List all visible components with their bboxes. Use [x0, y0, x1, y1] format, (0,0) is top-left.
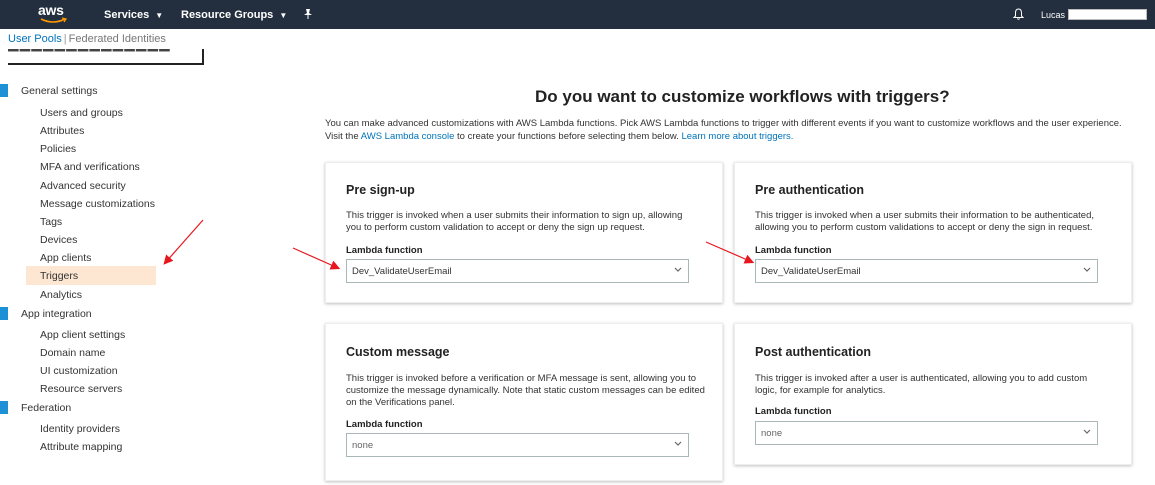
- sidebar-item-resource-servers[interactable]: Resource servers: [40, 383, 122, 395]
- intro-part-2: to create your functions before selectin…: [454, 130, 682, 142]
- section-indicator: [0, 401, 8, 414]
- card-description: This trigger is invoked when a user subm…: [346, 210, 683, 233]
- bell-icon[interactable]: [1013, 8, 1024, 20]
- card-title: Pre authentication: [755, 183, 865, 197]
- lambda-function-label: Lambda function: [755, 406, 832, 417]
- aws-logo[interactable]: aws: [38, 3, 72, 25]
- section-label: App integration: [21, 308, 92, 320]
- arrow-to-triggers: [163, 219, 204, 265]
- section-federation[interactable]: Federation: [0, 400, 160, 418]
- sidebar-item-devices[interactable]: Devices: [40, 234, 77, 246]
- sidebar-item-domain-name[interactable]: Domain name: [40, 347, 105, 359]
- lambda-function-label: Lambda function: [346, 419, 423, 430]
- sidebar-item-tags[interactable]: Tags: [40, 216, 62, 228]
- chevron-down-icon: [674, 441, 682, 446]
- sidebar-item-advanced-security[interactable]: Advanced security: [40, 180, 126, 192]
- sidebar-item-users-and-groups[interactable]: Users and groups: [40, 107, 123, 119]
- aws-logo-text: aws: [38, 2, 64, 18]
- sidebar-item-app-client-settings[interactable]: App client settings: [40, 329, 125, 341]
- selected-value: Dev_ValidateUserEmail: [761, 266, 861, 277]
- section-label: Federation: [21, 402, 72, 414]
- breadcrumb: User Pools | Federated Identities: [8, 33, 166, 45]
- chevron-down-icon: ▼: [155, 11, 164, 20]
- section-indicator: [0, 307, 8, 320]
- section-label: General settings: [21, 85, 98, 97]
- section-indicator: [0, 84, 8, 97]
- card-description: This trigger is invoked before a verific…: [346, 373, 705, 408]
- trigger-card-custom-message: Custom message This trigger is invoked b…: [325, 323, 723, 481]
- redacted-account-box: [1068, 9, 1147, 20]
- chevron-down-icon: [1083, 267, 1091, 272]
- card-description: This trigger is invoked after a user is …: [755, 373, 1088, 396]
- aws-lambda-console-link[interactable]: AWS Lambda console: [361, 131, 455, 142]
- trigger-card-pre-sign-up: Pre sign-up This trigger is invoked when…: [325, 162, 723, 303]
- lambda-function-label: Lambda function: [755, 245, 832, 256]
- page-title: Do you want to customize workflows with …: [535, 87, 950, 106]
- user-pools-link[interactable]: User Pools: [8, 33, 62, 45]
- user-name[interactable]: Lucas: [1041, 10, 1065, 20]
- chevron-down-icon: ▼: [279, 11, 288, 20]
- trigger-card-post-authentication: Post authentication This trigger is invo…: [734, 323, 1132, 465]
- sidebar-item-mfa[interactable]: MFA and verifications: [40, 161, 140, 173]
- card-description: This trigger is invoked when a user subm…: [755, 210, 1095, 233]
- federated-identities-link[interactable]: Federated Identities: [69, 33, 166, 45]
- sidebar-item-message-customizations[interactable]: Message customizations: [40, 198, 155, 210]
- selected-value: none: [352, 440, 374, 451]
- redacted-text: ▀▀▀▀▀▀▀▀▀▀▀▀▀▀: [8, 49, 171, 60]
- sidebar-item-ui-customization[interactable]: UI customization: [40, 365, 118, 377]
- trigger-card-pre-authentication: Pre authentication This trigger is invok…: [734, 162, 1132, 303]
- breadcrumb-separator: |: [63, 33, 67, 45]
- sidebar-item-identity-providers[interactable]: Identity providers: [40, 423, 120, 435]
- pin-icon[interactable]: [303, 8, 313, 20]
- card-title: Pre sign-up: [346, 183, 415, 197]
- section-app-integration[interactable]: App integration: [0, 306, 160, 324]
- section-general-settings[interactable]: General settings: [0, 83, 160, 101]
- aws-smile-icon: [40, 17, 68, 23]
- learn-more-triggers-link[interactable]: Learn more about triggers.: [681, 131, 793, 142]
- card-title: Post authentication: [755, 345, 871, 359]
- chevron-down-icon: [1083, 429, 1091, 434]
- chevron-down-icon: [674, 267, 682, 272]
- sidebar-item-analytics[interactable]: Analytics: [40, 289, 82, 301]
- services-menu[interactable]: Services ▼: [104, 9, 163, 21]
- card-title: Custom message: [346, 345, 450, 359]
- selected-value: none: [761, 428, 783, 439]
- services-label: Services: [104, 9, 150, 21]
- sidebar-item-attribute-mapping[interactable]: Attribute mapping: [40, 441, 122, 453]
- sidebar-item-attributes[interactable]: Attributes: [40, 125, 84, 137]
- lambda-function-select[interactable]: none: [346, 433, 689, 457]
- lambda-function-select[interactable]: Dev_ValidateUserEmail: [346, 259, 689, 283]
- resource-groups-menu[interactable]: Resource Groups ▼: [181, 9, 287, 21]
- intro-text: You can make advanced customizations wit…: [325, 118, 1140, 143]
- sidebar-item-triggers[interactable]: Triggers: [40, 270, 78, 282]
- selected-value: Dev_ValidateUserEmail: [352, 266, 452, 277]
- pool-name-redacted: ▀▀▀▀▀▀▀▀▀▀▀▀▀▀: [8, 49, 204, 65]
- lambda-function-select[interactable]: none: [755, 421, 1098, 445]
- sidebar-item-app-clients[interactable]: App clients: [40, 252, 91, 264]
- lambda-function-select[interactable]: Dev_ValidateUserEmail: [755, 259, 1098, 283]
- sidebar-item-policies[interactable]: Policies: [40, 143, 76, 155]
- lambda-function-label: Lambda function: [346, 245, 423, 256]
- resource-groups-label: Resource Groups: [181, 9, 274, 21]
- top-navigation-bar: aws Services ▼ Resource Groups ▼ Lucas: [0, 0, 1155, 29]
